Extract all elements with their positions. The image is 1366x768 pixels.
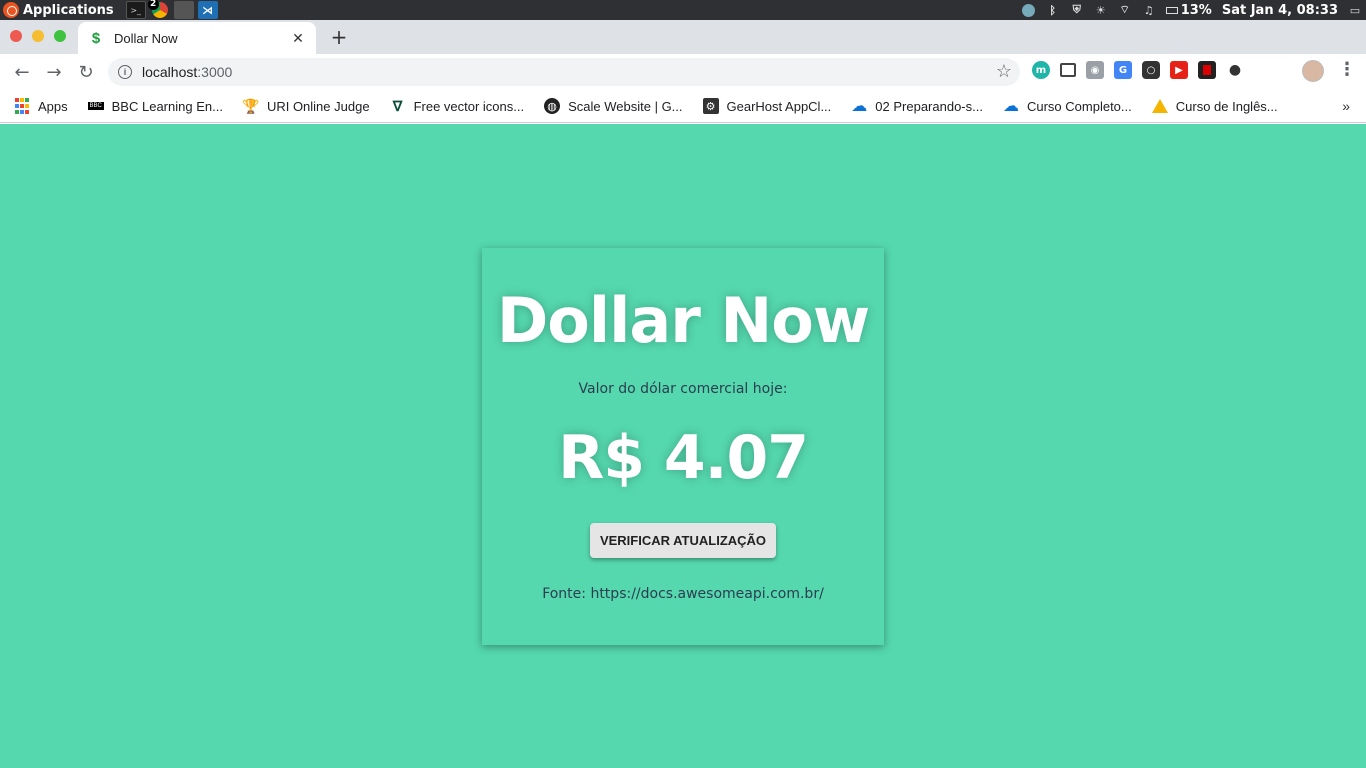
- applications-menu[interactable]: Applications: [0, 2, 114, 18]
- camera-icon[interactable]: ◉: [1086, 61, 1104, 79]
- onedrive-icon: ☁: [851, 98, 868, 115]
- rate-description: Valor do dólar comercial hoje:: [578, 381, 788, 397]
- update-icon[interactable]: [1022, 3, 1036, 17]
- display-icon[interactable]: ▭: [1348, 3, 1362, 17]
- bookmark-label: Scale Website | G...: [568, 98, 683, 114]
- bookmark-label: Free vector icons...: [413, 98, 525, 114]
- site-info-icon[interactable]: i: [118, 65, 132, 79]
- forward-icon[interactable]: →: [40, 58, 68, 86]
- bookmark-label: 02 Preparando-s...: [875, 98, 983, 114]
- chrome-launcher-icon[interactable]: 2: [147, 0, 170, 19]
- bookmark-apps[interactable]: Apps: [14, 98, 68, 114]
- applications-label: Applications: [23, 2, 114, 18]
- bookmark-star-icon[interactable]: ☆: [996, 61, 1012, 82]
- url-port: :3000: [197, 64, 233, 80]
- clock[interactable]: Sat Jan 4, 08:33: [1222, 3, 1338, 18]
- tab-dollar-now[interactable]: $ Dollar Now ✕: [78, 22, 316, 54]
- app-title: Dollar Now: [496, 284, 870, 357]
- bookmark-label: BBC Learning En...: [111, 98, 223, 114]
- extension-red-icon[interactable]: [1198, 61, 1216, 79]
- profile-avatar[interactable]: [1302, 60, 1324, 82]
- youtube-icon[interactable]: ▶: [1170, 61, 1188, 79]
- page-viewport: Dollar Now Valor do dólar comercial hoje…: [0, 124, 1366, 768]
- bookmark-onedrive-2[interactable]: ☁ Curso Completo...: [1002, 98, 1132, 115]
- battery-indicator[interactable]: 13%: [1165, 2, 1212, 18]
- window-count-badge: 2: [147, 0, 159, 10]
- tab-strip: $ Dollar Now ✕ +: [0, 20, 1366, 54]
- terminal-icon[interactable]: >_: [125, 1, 146, 19]
- address-bar[interactable]: i localhost:3000 ☆: [108, 58, 1020, 86]
- check-update-button[interactable]: VERIFICAR ATUALIZAÇÃO: [589, 523, 777, 558]
- system-tray: ᛒ ⛨ ☀ ⌔ ♫ 13% Sat Jan 4, 08:33 ▭: [1022, 3, 1366, 18]
- applications-logo-icon: [3, 2, 19, 18]
- bookmarks-bar: Apps BBC BBC Learning En... 🏆 URI Online…: [0, 90, 1366, 123]
- bbc-icon: BBC: [87, 102, 104, 110]
- music-icon[interactable]: ♫: [1142, 3, 1156, 17]
- extension-dots-icon[interactable]: ●: [1226, 61, 1244, 79]
- bookmark-label: URI Online Judge: [266, 98, 370, 114]
- bluetooth-icon[interactable]: ᛒ: [1046, 3, 1060, 17]
- bookmarks-overflow-icon[interactable]: »: [1342, 98, 1350, 114]
- minimize-window-button[interactable]: [32, 30, 44, 42]
- onedrive-icon: ☁: [1002, 98, 1019, 115]
- google-translate-icon[interactable]: G: [1114, 61, 1132, 79]
- bookmark-label: Curso Completo...: [1026, 98, 1132, 114]
- dollar-card: Dollar Now Valor do dólar comercial hoje…: [482, 248, 884, 645]
- bookmark-bbc[interactable]: BBC BBC Learning En...: [87, 98, 223, 114]
- dollar-favicon-icon: $: [91, 29, 101, 47]
- bookmark-flaticon[interactable]: ∇ Free vector icons...: [390, 97, 525, 114]
- vscode-icon[interactable]: ⋊: [197, 1, 218, 19]
- trophy-icon: 🏆: [242, 97, 260, 114]
- bookmark-onedrive-1[interactable]: ☁ 02 Preparando-s...: [851, 98, 983, 115]
- dollar-price: R$ 4.07: [558, 423, 809, 493]
- back-icon[interactable]: ←: [8, 58, 36, 86]
- bookmark-google-drive[interactable]: Curso de Inglês...: [1151, 98, 1278, 114]
- close-window-button[interactable]: [10, 30, 22, 42]
- flaticon-icon: ∇: [392, 97, 403, 114]
- globe-icon: ◍: [544, 98, 561, 114]
- browser-toolbar: ← → ↻ i localhost:3000 ☆ m ◉ G ○ ▶ ● ⋮: [0, 54, 1366, 90]
- taskbar-launchers: >_ 2 ⋊: [125, 0, 218, 19]
- google-drive-icon: [1151, 99, 1168, 113]
- shield-icon[interactable]: ⛨: [1070, 3, 1084, 17]
- new-tab-button[interactable]: +: [328, 25, 350, 49]
- reload-icon[interactable]: ↻: [72, 58, 100, 86]
- tab-title: Dollar Now: [114, 30, 178, 46]
- os-top-panel: Applications >_ 2 ⋊ ᛒ ⛨ ☀ ⌔ ♫ 13% Sat Ja…: [0, 0, 1366, 20]
- maximize-window-button[interactable]: [54, 30, 66, 42]
- bookmark-label: GearHost AppCl...: [726, 98, 832, 114]
- browser-menu-icon[interactable]: ⋮: [1338, 59, 1356, 80]
- apps-grid-icon: [14, 98, 30, 114]
- tab-close-icon[interactable]: ✕: [290, 30, 306, 47]
- url-host: localhost: [142, 64, 198, 80]
- extensions-row: m ◉ G ○ ▶ ●: [1032, 61, 1244, 79]
- wifi-icon[interactable]: ⌔: [1118, 3, 1132, 17]
- files-icon[interactable]: [173, 1, 194, 19]
- bookmark-scale-website[interactable]: ◍ Scale Website | G...: [544, 98, 683, 114]
- screenshot-frame-icon[interactable]: [1060, 63, 1076, 77]
- bookmark-uri[interactable]: 🏆 URI Online Judge: [242, 97, 370, 114]
- extension-circle-icon[interactable]: ○: [1142, 61, 1160, 79]
- extension-m-icon[interactable]: m: [1032, 61, 1050, 79]
- battery-percentage: 13%: [1180, 2, 1212, 18]
- source-text: Fonte: https://docs.awesomeapi.com.br/: [542, 586, 824, 602]
- bookmark-label: Curso de Inglês...: [1175, 98, 1278, 114]
- bookmark-gearhost[interactable]: ⚙ GearHost AppCl...: [702, 98, 832, 114]
- brightness-icon[interactable]: ☀: [1094, 3, 1108, 17]
- bookmark-label: Apps: [38, 98, 68, 114]
- battery-icon: [1165, 6, 1178, 14]
- gear-icon: ⚙: [702, 98, 719, 114]
